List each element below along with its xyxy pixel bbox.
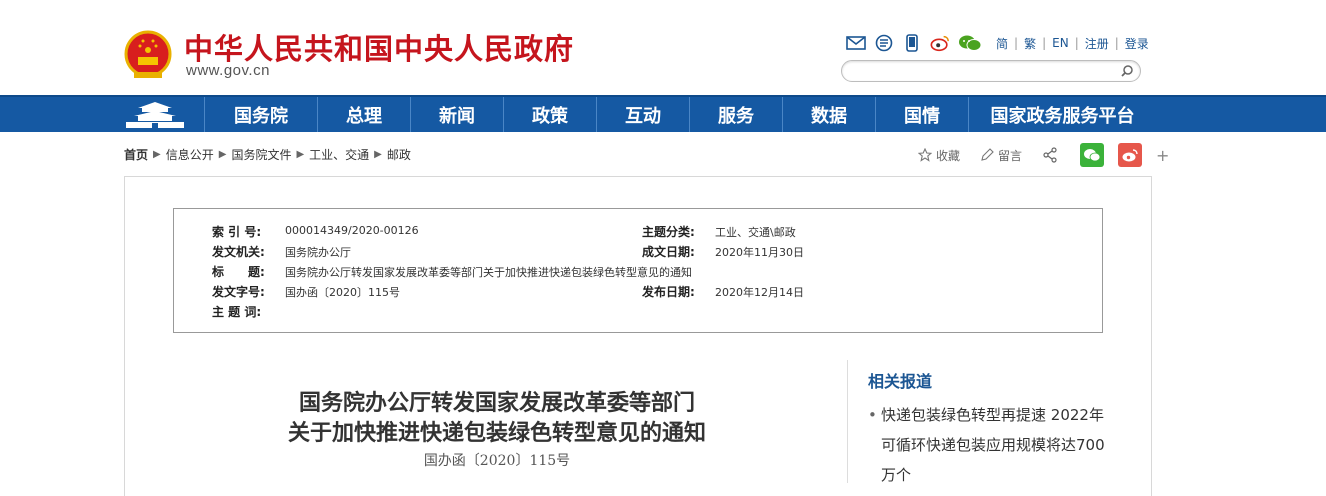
- info-row-index: 索 引 号: 000014349/2020-00126: [212, 223, 419, 240]
- nav-item-news[interactable]: 新闻: [410, 97, 503, 132]
- wechat-icon[interactable]: [958, 34, 982, 52]
- breadcrumb-info-disclosure[interactable]: 信息公开: [166, 146, 214, 163]
- nav-item-services[interactable]: 服务: [689, 97, 782, 132]
- document-info-box: 索 引 号: 000014349/2020-00126 主题分类: 工业、交通\…: [173, 208, 1103, 333]
- nav-item-premier[interactable]: 总理: [317, 97, 410, 132]
- nav-item-national-info[interactable]: 国情: [875, 97, 968, 132]
- lang-traditional-link[interactable]: 繁: [1024, 35, 1036, 52]
- main-nav: 国务院 总理 新闻 政策 互动 服务 数据 国情 国家政务服务平台: [0, 95, 1326, 132]
- published-date-value: 2020年12月14日: [715, 286, 804, 299]
- separator: |: [1014, 36, 1019, 50]
- chevron-right-icon: ▶: [296, 149, 305, 160]
- share-icon: [1043, 147, 1057, 163]
- breadcrumb-industry-transport[interactable]: 工业、交通: [309, 146, 369, 163]
- issuer-value: 国务院办公厅: [285, 246, 351, 259]
- info-row-theme: 主题分类: 工业、交通\邮政: [642, 223, 796, 240]
- index-label: 索 引 号:: [212, 225, 262, 239]
- language-links: 简 | 繁 | EN | 注册 | 登录: [996, 35, 1149, 52]
- pencil-icon: [981, 148, 994, 161]
- chevron-right-icon: ▶: [374, 149, 382, 160]
- separator: |: [1114, 36, 1119, 50]
- related-reports-title: 相关报道: [868, 372, 933, 391]
- info-row-published-date: 发布日期: 2020年12月14日: [642, 283, 804, 300]
- info-row-doc-number: 发文字号: 国办函〔2020〕115号: [212, 283, 400, 300]
- document-number: 国办函〔2020〕115号: [423, 453, 571, 469]
- info-row-issuer: 发文机关: 国务院办公厅: [212, 243, 351, 260]
- nav-item-data[interactable]: 数据: [782, 97, 875, 132]
- published-date-label: 发布日期:: [642, 285, 695, 299]
- site-header: 中华人民共和国中央人民政府 www.gov.cn 简 | 繁 | EN | 注册…: [0, 0, 1326, 95]
- share-wechat-button[interactable]: [1080, 143, 1105, 167]
- document-title-line-2: 关于加快推进快递包装绿色转型意见的通知: [287, 420, 706, 446]
- lang-simplified-link[interactable]: 简: [996, 35, 1008, 52]
- breadcrumb-postal[interactable]: 邮政: [387, 146, 411, 163]
- nav-items: 国务院 总理 新闻 政策 互动 服务 数据 国情 国家政务服务平台: [204, 97, 1156, 132]
- related-report-item[interactable]: 快递包装绿色转型再提速 2022年可循环快递包装应用规模将达700万个: [868, 400, 1108, 490]
- info-row-created-date: 成文日期: 2020年11月30日: [642, 243, 804, 260]
- share-weibo-button[interactable]: [1118, 143, 1143, 167]
- breadcrumb: 首页 ▶ 信息公开 ▶ 国务院文件 ▶ 工业、交通 ▶ 邮政: [124, 146, 411, 163]
- keywords-label: 主 题 词:: [212, 305, 262, 319]
- lang-english-link[interactable]: EN: [1052, 36, 1069, 50]
- favorite-label: 收藏: [936, 148, 961, 163]
- mobile-icon[interactable]: [902, 34, 922, 52]
- search-input[interactable]: [854, 63, 1114, 79]
- mail-icon[interactable]: [846, 34, 866, 52]
- theme-value: 工业、交通\邮政: [715, 226, 796, 239]
- column-divider: [847, 360, 848, 483]
- tiananmen-logo-icon[interactable]: [124, 99, 186, 131]
- nav-item-state-council[interactable]: 国务院: [204, 97, 317, 132]
- separator: |: [1042, 36, 1047, 50]
- issuer-label: 发文机关:: [212, 245, 265, 259]
- info-row-keywords: 主 题 词:: [212, 303, 285, 320]
- document-title-line-1: 国务院办公厅转发国家发展改革委等部门: [298, 390, 695, 416]
- created-date-value: 2020年11月30日: [715, 246, 804, 259]
- more-share-button[interactable]: +: [1156, 146, 1169, 165]
- share-bar: 收藏 留言 +: [918, 143, 1169, 167]
- register-link[interactable]: 注册: [1085, 35, 1109, 52]
- nav-item-interaction[interactable]: 互动: [596, 97, 689, 132]
- nav-item-service-platform[interactable]: 国家政务服务平台: [968, 97, 1156, 132]
- weibo-icon[interactable]: [930, 34, 950, 52]
- share-button[interactable]: [1042, 147, 1062, 163]
- title-value: 国务院办公厅转发国家发展改革委等部门关于加快推进快递包装绿色转型意见的通知: [285, 266, 692, 279]
- created-date-label: 成文日期:: [642, 245, 695, 259]
- doc-number-label: 发文字号:: [212, 285, 265, 299]
- info-row-title: 标 题: 国务院办公厅转发国家发展改革委等部门关于加快推进快递包装绿色转型意见的…: [212, 263, 692, 280]
- search-icon[interactable]: [1120, 64, 1134, 78]
- star-icon: [918, 148, 932, 162]
- national-emblem-icon[interactable]: [124, 30, 172, 80]
- comment-button[interactable]: 留言: [980, 147, 1022, 164]
- doc-number-value: 国办函〔2020〕115号: [285, 286, 400, 299]
- chevron-right-icon: ▶: [218, 149, 227, 160]
- rss-icon[interactable]: [874, 34, 894, 52]
- comment-label: 留言: [998, 148, 1023, 163]
- theme-label: 主题分类:: [642, 225, 695, 239]
- breadcrumb-state-council-docs[interactable]: 国务院文件: [231, 146, 291, 163]
- nav-item-policy[interactable]: 政策: [503, 97, 596, 132]
- login-link[interactable]: 登录: [1125, 35, 1149, 52]
- title-label: 标 题:: [212, 265, 265, 279]
- document-title: 国务院办公厅转发国家发展改革委等部门 关于加快推进快递包装绿色转型意见的通知: [188, 388, 806, 448]
- separator: |: [1074, 36, 1079, 50]
- chevron-right-icon: ▶: [153, 149, 161, 160]
- related-reports-list: 快递包装绿色转型再提速 2022年可循环快递包装应用规模将达700万个: [868, 400, 1108, 490]
- breadcrumb-home[interactable]: 首页: [124, 146, 148, 163]
- search-box: [841, 60, 1141, 82]
- index-value: 000014349/2020-00126: [285, 224, 419, 237]
- site-url[interactable]: www.gov.cn: [186, 62, 270, 79]
- favorite-button[interactable]: 收藏: [918, 147, 960, 164]
- weibo-icon: [1122, 148, 1138, 161]
- wechat-icon: [1084, 148, 1101, 161]
- top-toolbar: 简 | 繁 | EN | 注册 | 登录: [846, 33, 1149, 53]
